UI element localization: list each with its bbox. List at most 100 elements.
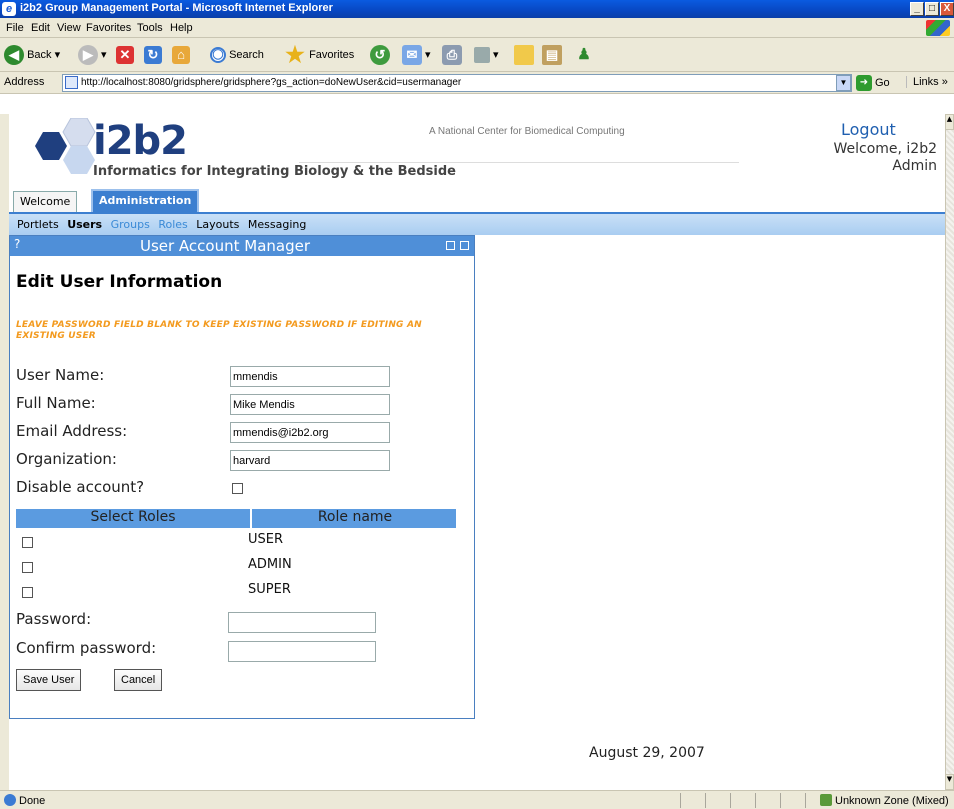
mail-button[interactable]: ✉ ▾: [402, 44, 431, 66]
save-user-button[interactable]: Save User: [16, 669, 82, 691]
page-header: i2b2 Informatics for Integrating Biology…: [9, 114, 945, 190]
email-input[interactable]: [230, 422, 390, 443]
links-button[interactable]: Links »: [906, 76, 948, 88]
home-button[interactable]: ⌂: [172, 44, 190, 66]
subnav-layouts[interactable]: Layouts: [196, 218, 239, 231]
username-label: User Name:: [16, 366, 105, 384]
browser-toolbar: ◀ Back ▾ ▶ ▾ ✕ ↻ ⌂ ◯ Search ★ Favorites …: [0, 38, 954, 72]
star-icon: ★: [285, 42, 305, 68]
back-button[interactable]: ◀ Back ▾: [4, 44, 60, 66]
maximize-button[interactable]: □: [925, 2, 939, 16]
subnav-messaging[interactable]: Messaging: [248, 218, 306, 231]
fullname-input[interactable]: [230, 394, 390, 415]
minimize-button[interactable]: _: [910, 2, 924, 16]
organization-input[interactable]: [230, 450, 390, 471]
email-label: Email Address:: [16, 422, 128, 440]
window-titlebar: e i2b2 Group Management Portal - Microso…: [0, 0, 954, 18]
search-icon: ◯: [210, 47, 226, 64]
scroll-up-icon[interactable]: ▲: [945, 114, 954, 130]
mail-icon: ✉: [402, 45, 422, 66]
subnav-roles[interactable]: Roles: [158, 218, 187, 231]
role-name-admin: ADMIN: [248, 557, 292, 572]
portlet-titlebar: ? User Account Manager: [10, 236, 474, 256]
menu-view[interactable]: View: [57, 22, 81, 34]
favorites-button[interactable]: ★ Favorites: [284, 44, 354, 66]
address-input[interactable]: http://localhost:8080/gridsphere/gridsph…: [62, 74, 852, 92]
messenger-button[interactable]: ♟: [574, 44, 594, 66]
confirm-password-input[interactable]: [228, 641, 376, 662]
logo-wordmark: i2b2: [93, 118, 188, 164]
edit-icon: [474, 47, 490, 64]
menu-help[interactable]: Help: [170, 22, 193, 34]
print-button[interactable]: ⎙: [442, 44, 462, 66]
edit-button[interactable]: ▾: [474, 44, 499, 66]
fullname-label: Full Name:: [16, 394, 96, 412]
forward-button[interactable]: ▶ ▾: [78, 44, 107, 66]
subnav-portlets[interactable]: Portlets: [17, 218, 59, 231]
organization-label: Organization:: [16, 450, 117, 468]
subnav-users[interactable]: Users: [67, 218, 102, 231]
stop-icon: ✕: [116, 46, 134, 65]
status-segment: [755, 793, 756, 808]
back-arrow-icon: ◀: [4, 45, 24, 66]
role-name-header: Role name: [317, 509, 393, 525]
back-label: Back: [27, 49, 52, 61]
menu-tools[interactable]: Tools: [137, 22, 163, 34]
menu-favorites[interactable]: Favorites: [86, 22, 131, 34]
go-button[interactable]: ➜ Go: [856, 74, 890, 92]
folder-icon: [514, 45, 534, 66]
password-input[interactable]: [228, 612, 376, 633]
window-title: i2b2 Group Management Portal - Microsoft…: [20, 2, 333, 14]
research-button[interactable]: ▤: [542, 44, 562, 66]
windows-logo-icon: [926, 20, 950, 36]
address-bar: Address http://localhost:8080/gridsphere…: [0, 72, 954, 94]
print-icon: ⎙: [442, 45, 462, 66]
logout-link[interactable]: Logout: [841, 120, 896, 139]
status-text: Done: [4, 794, 45, 807]
minimize-portlet-icon[interactable]: [446, 241, 455, 250]
tab-welcome[interactable]: Welcome: [13, 191, 78, 212]
ie-logo-icon: e: [2, 2, 16, 16]
tab-administration[interactable]: Administration: [91, 189, 200, 212]
page-done-icon: [4, 794, 16, 806]
scroll-down-icon[interactable]: ▼: [945, 774, 954, 790]
user-account-manager-portlet: ? User Account Manager Edit User Informa…: [9, 235, 475, 719]
stop-button[interactable]: ✕: [116, 44, 134, 66]
refresh-icon: ↻: [144, 46, 162, 65]
discuss-button[interactable]: [514, 44, 534, 66]
menu-edit[interactable]: Edit: [31, 22, 50, 34]
disable-account-checkbox[interactable]: [232, 483, 243, 494]
status-segment: [730, 793, 731, 808]
menu-bar: File Edit View Favorites Tools Help: [0, 18, 954, 38]
tagline: A National Center for Biomedical Computi…: [429, 126, 625, 137]
search-button[interactable]: ◯ Search: [210, 44, 264, 66]
address-label: Address: [4, 76, 45, 88]
links-label: Links: [913, 76, 939, 88]
subnav-groups[interactable]: Groups: [111, 218, 150, 231]
close-button[interactable]: X: [940, 2, 954, 16]
status-segment: [705, 793, 706, 808]
role-checkbox-admin[interactable]: [22, 562, 33, 573]
vertical-scrollbar[interactable]: [945, 114, 954, 790]
maximize-portlet-icon[interactable]: [460, 241, 469, 250]
portlet-title: User Account Manager: [139, 237, 311, 255]
go-arrow-icon: ➜: [856, 75, 872, 92]
status-done-label: Done: [19, 795, 46, 807]
status-segment: [780, 793, 781, 808]
viewport-left-edge: [0, 114, 9, 790]
password-note: LEAVE PASSWORD FIELD BLANK TO KEEP EXIST…: [16, 320, 422, 341]
username-input[interactable]: [230, 366, 390, 387]
menu-file[interactable]: File: [6, 22, 24, 34]
favorites-label: Favorites: [309, 49, 355, 61]
history-button[interactable]: ↺: [370, 44, 390, 66]
cancel-button[interactable]: Cancel: [114, 669, 163, 691]
header-divider: [250, 509, 252, 528]
role-checkbox-super[interactable]: [22, 587, 33, 598]
confirm-password-label: Confirm password:: [16, 639, 157, 657]
role-checkbox-user[interactable]: [22, 537, 33, 548]
refresh-button[interactable]: ↻: [144, 44, 162, 66]
forward-arrow-icon: ▶: [78, 45, 98, 66]
address-dropdown-icon[interactable]: ▼: [836, 75, 851, 91]
role-name-user: USER: [248, 532, 284, 547]
status-bar: Done Unknown Zone (Mixed): [0, 790, 954, 809]
